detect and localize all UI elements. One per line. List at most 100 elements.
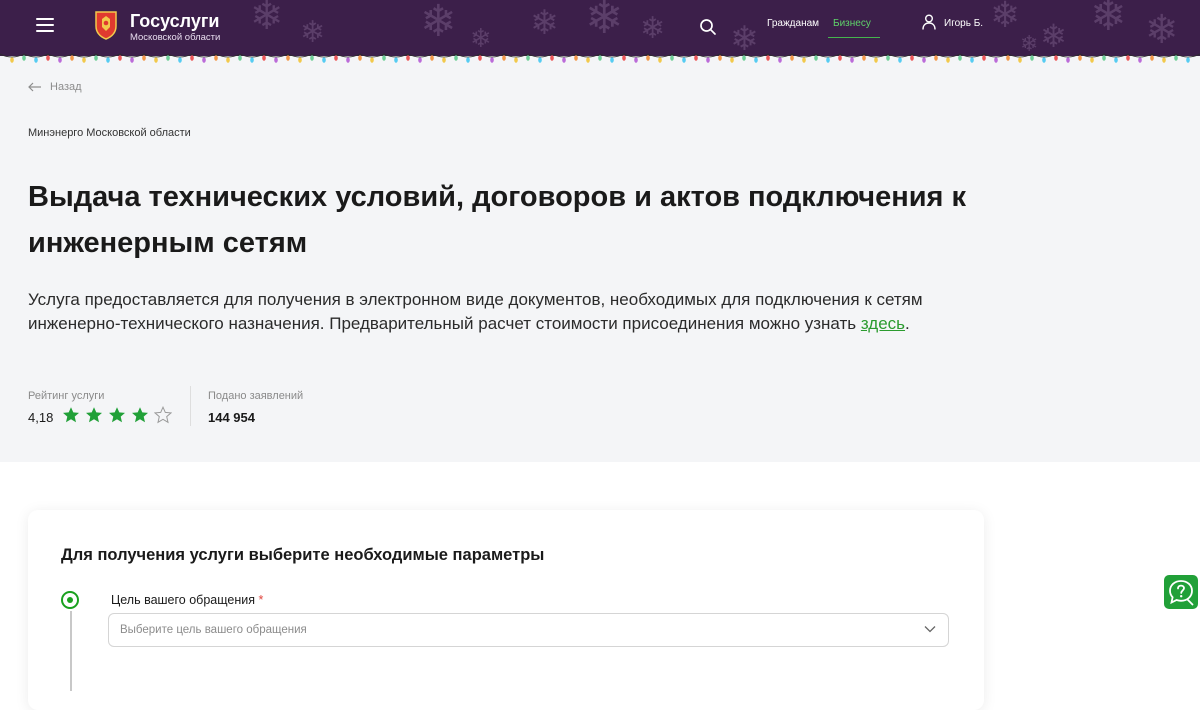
back-button[interactable]: Назад: [28, 81, 82, 93]
user-icon[interactable]: [922, 14, 936, 30]
nav-tab-business[interactable]: Бизнесу: [833, 18, 871, 29]
garland-bulb: [202, 57, 206, 63]
star-empty-icon: [154, 406, 172, 424]
garland-bulb: [1162, 57, 1166, 63]
help-chat-button[interactable]: [1164, 575, 1198, 609]
active-tab-indicator: [828, 37, 880, 38]
search-icon[interactable]: [698, 17, 718, 37]
garland-bulb: [430, 55, 434, 61]
garland-bulb: [538, 57, 542, 63]
garland-bulb: [634, 57, 638, 63]
garland-bulb: [394, 57, 398, 63]
garland-bulb: [1018, 57, 1022, 63]
page-title: Выдача технических условий, договоров и …: [28, 181, 967, 259]
garland-bulb: [826, 57, 830, 63]
garland-bulb: [886, 55, 890, 61]
garland-bulb: [742, 55, 746, 61]
garland-bulb: [958, 55, 962, 61]
garland-bulb: [334, 55, 338, 61]
garland-bulb: [946, 57, 950, 63]
snowflake-decoration: ❄: [530, 3, 559, 43]
back-label: Назад: [50, 81, 82, 93]
garland-bulb: [166, 55, 170, 61]
garland-bulb: [154, 57, 158, 63]
garland-bulb: [1126, 55, 1130, 61]
chat-question-icon: [1169, 580, 1194, 606]
garland-bulb: [526, 55, 530, 61]
garland-bulb: [706, 57, 710, 63]
garland-bulb: [22, 55, 26, 61]
menu-icon[interactable]: [36, 18, 54, 32]
garland-bulb: [214, 55, 218, 61]
nav-tab-citizens[interactable]: Гражданам: [767, 18, 819, 29]
snowflake-decoration: ❄: [1145, 7, 1179, 53]
step-connector: [70, 611, 72, 691]
user-name[interactable]: Игорь Б.: [944, 18, 983, 29]
garland-bulb: [1090, 57, 1094, 63]
garland-bulb: [142, 55, 146, 61]
garland-bulb: [814, 55, 818, 61]
logo-subtitle[interactable]: Московской области: [130, 32, 220, 43]
garland-bulb: [406, 55, 410, 61]
snowflake-decoration: ❄: [730, 19, 759, 56]
garland-bulb: [754, 57, 758, 63]
garland-bulb: [586, 57, 590, 63]
garland-bulb: [610, 57, 614, 63]
arrow-left-icon: [28, 82, 41, 92]
stats-divider: [190, 386, 191, 426]
garland-bulb: [550, 55, 554, 61]
garland-bulb: [766, 55, 770, 61]
purpose-select[interactable]: Выберите цель вашего обращения: [108, 613, 949, 647]
garland-bulb: [622, 55, 626, 61]
garland-bulb: [778, 57, 782, 63]
garland-bulb: [1138, 57, 1142, 63]
garland-bulb: [514, 57, 518, 63]
service-hero: Назад Минэнерго Московской области Выдач…: [0, 56, 1200, 462]
description-text: Услуга предоставляется для получения в э…: [28, 290, 923, 333]
rating-value: 4,18: [28, 410, 54, 425]
garland-bulb: [1174, 55, 1178, 61]
star-filled-icon: [109, 407, 125, 423]
garland-bulb: [286, 55, 290, 61]
garland-bulb: [874, 57, 878, 63]
star-filled-icon: [86, 407, 102, 423]
step-indicator: [61, 591, 79, 609]
garland-bulb: [1042, 57, 1046, 63]
calculation-link[interactable]: здесь: [861, 314, 905, 333]
garland-bulb: [1066, 57, 1070, 63]
garland-bulb: [490, 57, 494, 63]
garland-bulb: [262, 55, 266, 61]
applications-count: 144 954: [208, 410, 255, 425]
garland-bulb: [790, 55, 794, 61]
snowflake-decoration: ❄: [585, 0, 624, 44]
garland-bulb: [46, 55, 50, 61]
garland-bulb: [1006, 55, 1010, 61]
garland-bulb: [574, 55, 578, 61]
top-header: ❄ ❄ ❄ ❄ ❄ ❄ ❄ ❄ ❄ ❄ ❄ ❄ ❄ Госуслуги Моск…: [0, 0, 1200, 56]
snowflake-decoration: ❄: [300, 15, 326, 50]
garland-bulb: [1102, 55, 1106, 61]
garland-bulb: [382, 55, 386, 61]
garland-bulb: [970, 57, 974, 63]
service-description: Услуга предоставляется для получения в э…: [28, 288, 988, 336]
snowflake-decoration: ❄: [420, 0, 457, 47]
snowflake-decoration: ❄: [1040, 17, 1067, 55]
garland-bulb: [346, 57, 350, 63]
garland-decoration: [0, 53, 1200, 63]
purpose-label-text: Цель вашего обращения: [111, 593, 255, 607]
logo-title[interactable]: Госуслуги: [130, 11, 219, 32]
garland-bulb: [682, 57, 686, 63]
garland-bulb: [1150, 55, 1154, 61]
garland-bulb: [1114, 57, 1118, 63]
garland-bulb: [1078, 55, 1082, 61]
required-mark: *: [258, 593, 264, 607]
moscow-region-emblem-icon[interactable]: [94, 10, 118, 40]
applications-label: Подано заявлений: [208, 390, 304, 402]
garland-bulb: [106, 57, 110, 63]
garland-bulb: [70, 55, 74, 61]
garland-bulb: [1186, 57, 1190, 63]
service-params-card: Для получения услуги выберите необходимы…: [28, 510, 984, 710]
star-filled-icon: [63, 407, 79, 423]
agency-name: Минэнерго Московской области: [28, 127, 191, 139]
garland-bulb: [190, 55, 194, 61]
